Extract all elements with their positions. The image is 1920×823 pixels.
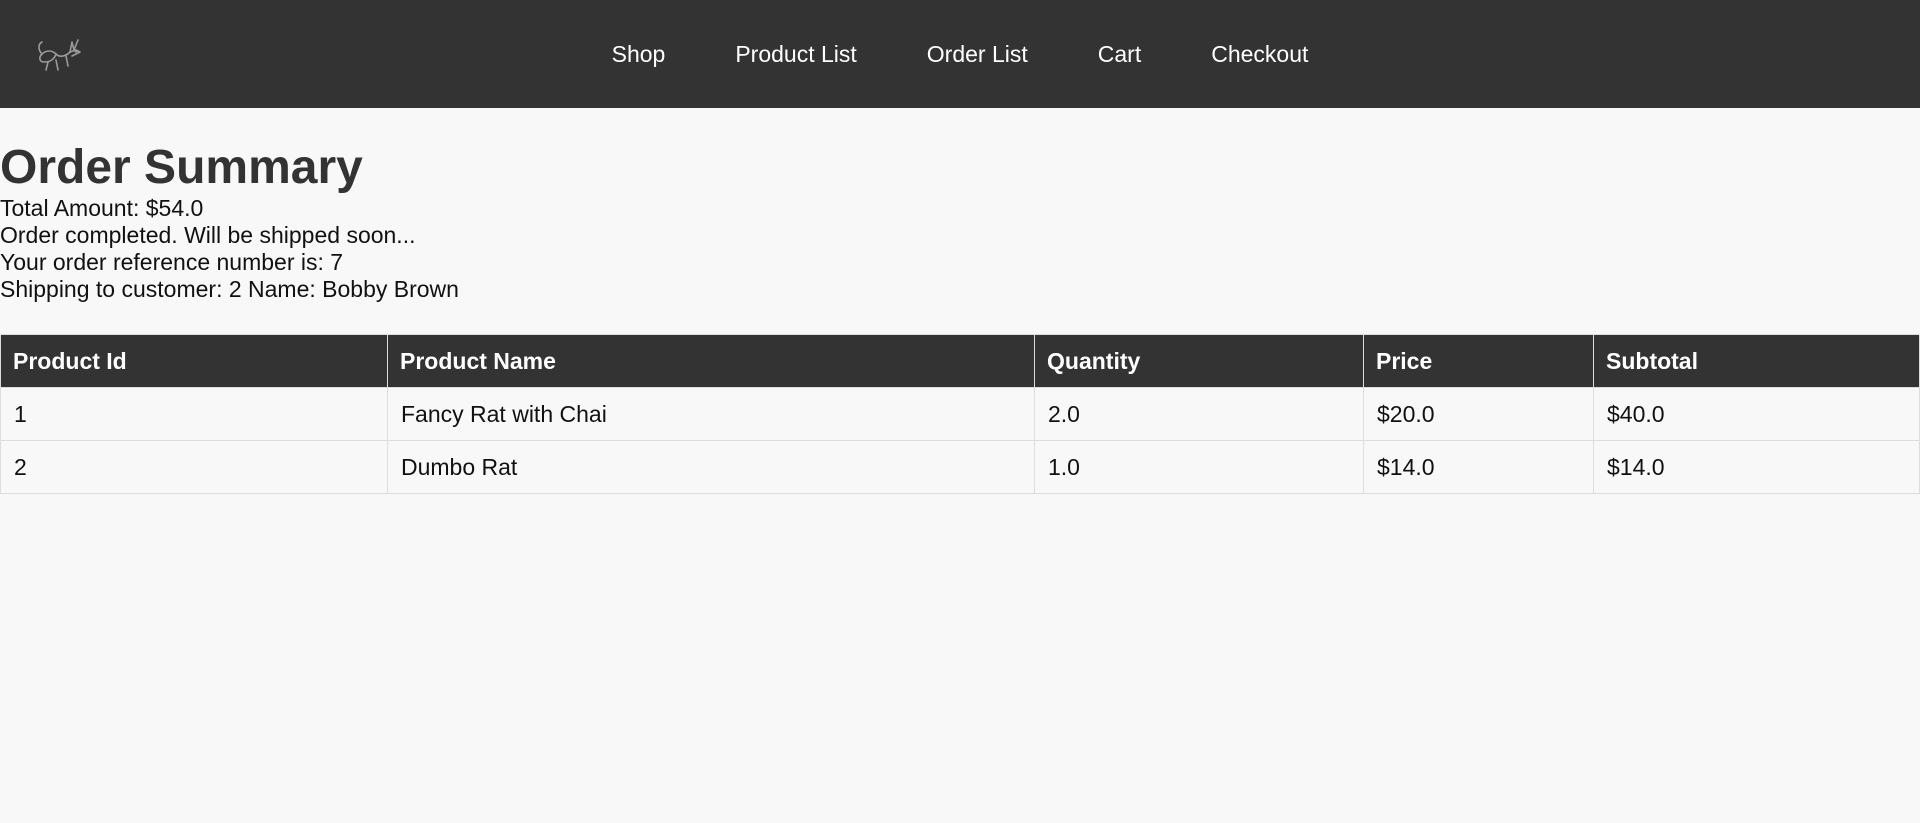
shipping-info: Shipping to customer: 2 Name: Bobby Brow… (0, 276, 459, 303)
nav-cart[interactable]: Cart (1063, 0, 1176, 108)
navbar: Shop Product List Order List Cart Checko… (0, 0, 1920, 108)
header-product-name: Product Name (387, 334, 1035, 389)
order-status: Order completed. Will be shipped soon... (0, 222, 416, 249)
header-subtotal: Subtotal (1593, 334, 1920, 389)
header-price: Price (1363, 334, 1594, 389)
header-product-id: Product Id (0, 334, 388, 389)
cell-product-id: 1 (0, 387, 388, 442)
table-row: 2 Dumbo Rat 1.0 $14.0 $14.0 (0, 440, 1920, 495)
main-content: Order Summary Total Amount: $54.0 Order … (0, 108, 1920, 495)
nav-checkout[interactable]: Checkout (1176, 0, 1343, 108)
cell-product-name: Dumbo Rat (387, 440, 1035, 495)
cell-subtotal: $40.0 (1593, 387, 1920, 442)
header-quantity: Quantity (1034, 334, 1364, 389)
nav-shop[interactable]: Shop (577, 0, 701, 108)
rat-logo-icon[interactable] (36, 32, 86, 76)
table-header-row: Product Id Product Name Quantity Price S… (0, 334, 1920, 389)
total-amount: Total Amount: $54.0 (0, 195, 204, 222)
order-reference: Your order reference number is: 7 (0, 249, 344, 276)
main-nav: Shop Product List Order List Cart Checko… (577, 0, 1344, 108)
order-items-table: Product Id Product Name Quantity Price S… (0, 334, 1920, 495)
table-row: 1 Fancy Rat with Chai 2.0 $20.0 $40.0 (0, 387, 1920, 442)
cell-price: $20.0 (1363, 387, 1594, 442)
page-title: Order Summary (0, 141, 363, 194)
cell-quantity: 1.0 (1034, 440, 1364, 495)
cell-subtotal: $14.0 (1593, 440, 1920, 495)
cell-price: $14.0 (1363, 440, 1594, 495)
cell-quantity: 2.0 (1034, 387, 1364, 442)
cell-product-id: 2 (0, 440, 388, 495)
nav-order-list[interactable]: Order List (892, 0, 1063, 108)
cell-product-name: Fancy Rat with Chai (387, 387, 1035, 442)
nav-product-list[interactable]: Product List (700, 0, 891, 108)
